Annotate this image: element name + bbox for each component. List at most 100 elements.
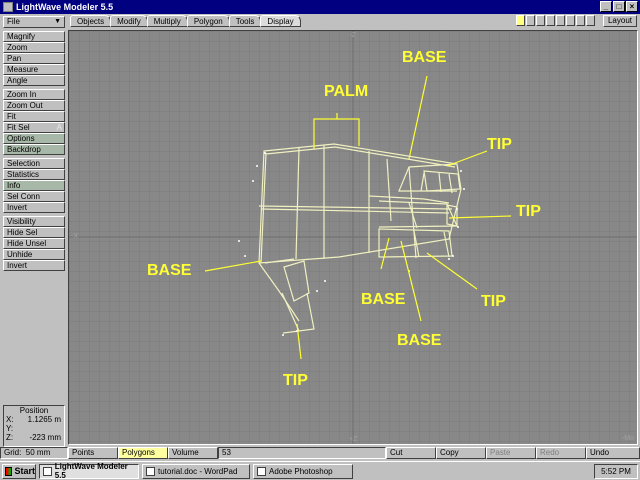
volume-mode-button[interactable]: Volume bbox=[168, 447, 218, 459]
z-value: -223 mm bbox=[29, 433, 61, 442]
system-clock: 5:52 PM bbox=[594, 464, 638, 479]
x-value: 1.1265 m bbox=[27, 415, 61, 424]
annotation-palm: PALM bbox=[324, 83, 369, 100]
tab-tools[interactable]: Tools bbox=[228, 15, 262, 27]
button-label: Angle bbox=[7, 76, 28, 85]
grid-readout: Grid: 50 mm bbox=[0, 447, 68, 459]
layer-button[interactable] bbox=[566, 15, 575, 26]
options-button[interactable]: Options bbox=[3, 133, 65, 144]
title-bar: LightWave Modeler 5.5 _ □ × bbox=[0, 0, 640, 14]
layout-button[interactable]: Layout bbox=[603, 15, 637, 27]
button-label: Zoom In bbox=[7, 90, 37, 99]
redo-button[interactable]: Redo bbox=[536, 447, 586, 459]
button-label: Options bbox=[7, 134, 35, 143]
file-menu-label: File bbox=[7, 17, 20, 26]
tab-objects[interactable]: Objects bbox=[70, 15, 112, 27]
zoom-out-button[interactable]: Zoom Out bbox=[3, 100, 65, 111]
lightwave-icon bbox=[43, 466, 52, 476]
tab-modify[interactable]: Modify bbox=[110, 15, 148, 27]
zoom-button[interactable]: Zoom bbox=[3, 42, 65, 53]
layer-buttons bbox=[516, 15, 595, 26]
sidebar: Magnify Zoom Pan Measure Angle Zoom In Z… bbox=[3, 31, 65, 274]
polygons-mode-button[interactable]: Polygons bbox=[118, 447, 168, 459]
button-label: Invert bbox=[7, 261, 28, 270]
windows-logo-icon bbox=[5, 466, 13, 476]
layer-button[interactable] bbox=[576, 15, 585, 26]
selection-header: Selection bbox=[3, 158, 65, 169]
layer-button[interactable] bbox=[556, 15, 565, 26]
task-wordpad[interactable]: tutorial.doc - WordPad bbox=[142, 463, 250, 479]
layer-button[interactable] bbox=[516, 15, 525, 26]
layer-button[interactable] bbox=[586, 15, 595, 26]
layer-button[interactable] bbox=[536, 15, 545, 26]
annotation-base-left: BASE bbox=[147, 262, 192, 279]
grid-value: 50 mm bbox=[25, 448, 51, 457]
task-label: LightWave Modeler 5.5 bbox=[54, 462, 128, 480]
undo-button[interactable]: Undo bbox=[586, 447, 640, 459]
fit-sel-button[interactable]: Fit Sel A bbox=[3, 122, 65, 133]
invert-visibility-button[interactable]: Invert bbox=[3, 260, 65, 271]
annotation-base-low: BASE bbox=[397, 332, 442, 349]
button-label: Pan bbox=[7, 54, 22, 63]
tab-multiply[interactable]: Multiply bbox=[146, 15, 188, 27]
hide-unsel-button[interactable]: Hide Unsel bbox=[3, 238, 65, 249]
button-label: Info bbox=[7, 181, 21, 190]
button-label: Fit Sel bbox=[7, 123, 30, 132]
points-mode-button[interactable]: Points bbox=[68, 447, 118, 459]
annotation-tip-1: TIP bbox=[487, 136, 512, 153]
info-button[interactable]: Info bbox=[3, 180, 65, 191]
zoom-in-button[interactable]: Zoom In bbox=[3, 89, 65, 100]
magnify-button[interactable]: Magnify bbox=[3, 31, 65, 42]
y-value bbox=[16, 424, 64, 433]
button-label: Statistics bbox=[7, 170, 40, 179]
copy-button[interactable]: Copy bbox=[436, 447, 486, 459]
task-label: Adobe Photoshop bbox=[269, 466, 333, 476]
task-photoshop[interactable]: Adobe Photoshop bbox=[253, 463, 353, 479]
minimize-button[interactable]: _ bbox=[600, 1, 612, 12]
pan-button[interactable]: Pan bbox=[3, 53, 65, 64]
button-label: Hide Sel bbox=[7, 228, 38, 237]
task-label: tutorial.doc - WordPad bbox=[158, 466, 238, 476]
maximize-button[interactable]: □ bbox=[613, 1, 625, 12]
cut-button[interactable]: Cut bbox=[386, 447, 436, 459]
invert-selection-button[interactable]: Invert bbox=[3, 202, 65, 213]
annotation-tip-bottom: TIP bbox=[283, 372, 308, 389]
layer-button[interactable] bbox=[526, 15, 535, 26]
axis-left-label: -X bbox=[71, 233, 78, 240]
button-label: Zoom bbox=[7, 43, 28, 52]
taskbar: Start LightWave Modeler 5.5 tutorial.doc… bbox=[0, 461, 640, 480]
window-controls: _ □ × bbox=[600, 1, 638, 12]
tab-polygon[interactable]: Polygon bbox=[186, 15, 230, 27]
modeling-viewport[interactable]: -Z -X +Z -Mo PALM BASE TIP TIP BASE BASE… bbox=[68, 30, 638, 445]
annotation-tip-2: TIP bbox=[516, 203, 541, 220]
file-menu-button[interactable]: File ▼ bbox=[3, 16, 65, 28]
paste-button[interactable]: Paste bbox=[486, 447, 536, 459]
close-button[interactable]: × bbox=[626, 1, 638, 12]
command-tabs: Objects Modify Multiply Polygon Tools Di… bbox=[70, 15, 301, 28]
modeler-window: LightWave Modeler 5.5 _ □ × File ▼ Objec… bbox=[0, 0, 640, 480]
layer-button[interactable] bbox=[546, 15, 555, 26]
visibility-header: Visibility bbox=[3, 216, 65, 227]
tab-display[interactable]: Display bbox=[260, 15, 301, 27]
position-x-row: X: 1.1265 m bbox=[4, 415, 64, 424]
axis-bottom-label: +Z bbox=[349, 436, 358, 443]
button-label: Hide Unsel bbox=[7, 239, 47, 248]
hide-sel-button[interactable]: Hide Sel bbox=[3, 227, 65, 238]
start-button[interactable]: Start bbox=[2, 463, 36, 479]
statistics-button[interactable]: Statistics bbox=[3, 169, 65, 180]
visibility-tools-group: Visibility Hide Sel Hide Unsel Unhide In… bbox=[3, 216, 65, 271]
sel-conn-button[interactable]: Sel Conn bbox=[3, 191, 65, 202]
polygon-count: 53 bbox=[218, 447, 386, 459]
y-label: Y: bbox=[6, 424, 14, 433]
button-label: Unhide bbox=[7, 250, 33, 259]
unhide-button[interactable]: Unhide bbox=[3, 249, 65, 260]
button-label: Selection bbox=[7, 159, 40, 168]
fit-button[interactable]: Fit bbox=[3, 111, 65, 122]
button-label: Visibility bbox=[7, 217, 36, 226]
backdrop-button[interactable]: Backdrop bbox=[3, 144, 65, 155]
zoom-tools-group: Zoom In Zoom Out Fit Fit Sel A Options Ba… bbox=[3, 89, 65, 155]
position-y-row: Y: bbox=[4, 424, 64, 433]
task-lightwave[interactable]: LightWave Modeler 5.5 bbox=[39, 462, 139, 480]
angle-button[interactable]: Angle bbox=[3, 75, 65, 86]
measure-button[interactable]: Measure bbox=[3, 64, 65, 75]
